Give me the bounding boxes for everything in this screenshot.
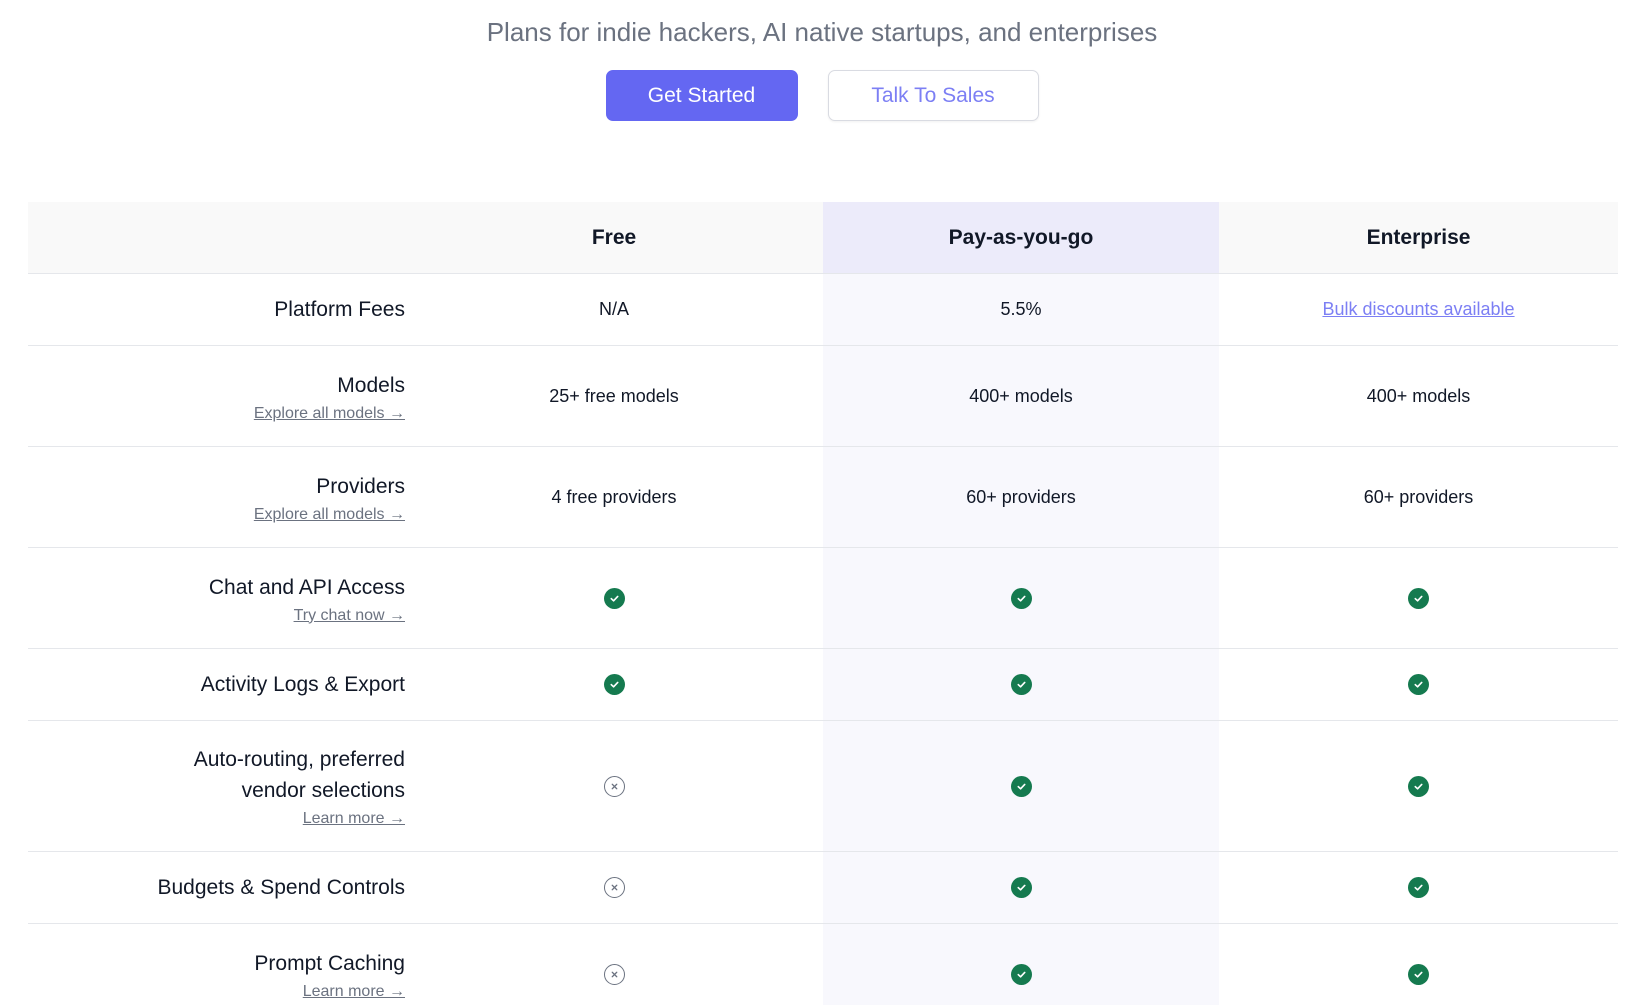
- free-cell: [405, 924, 823, 1005]
- feature-title: Chat and API Access: [208, 575, 405, 599]
- feature-title: Models: [337, 373, 405, 397]
- payg-cell: [823, 721, 1219, 851]
- table-row-providers: Providers Explore all models → 4 free pr…: [28, 447, 1618, 548]
- check-icon: [1408, 674, 1429, 695]
- payg-cell: [823, 924, 1219, 1005]
- free-value: N/A: [598, 299, 629, 319]
- enterprise-cell: [1219, 852, 1618, 923]
- column-header-enterprise: Enterprise: [1366, 225, 1471, 249]
- column-header-free: Free: [591, 225, 637, 249]
- feature-cell: Chat and API Access Try chat now →: [28, 548, 405, 648]
- table-row-platform-fees: Platform Fees N/A 5.5% Bulk discounts av…: [28, 274, 1618, 346]
- feature-title: Prompt Caching: [254, 952, 405, 975]
- enterprise-cell: Bulk discounts available: [1219, 274, 1618, 345]
- get-started-button[interactable]: Get Started: [605, 70, 798, 121]
- free-value: 25+ free models: [549, 385, 679, 406]
- header-empty-cell: [28, 202, 405, 273]
- check-icon: [1010, 674, 1032, 695]
- enterprise-cell: [1219, 721, 1618, 851]
- talk-to-sales-button[interactable]: Talk To Sales: [827, 70, 1039, 121]
- feature-cell: Providers Explore all models →: [28, 447, 405, 547]
- free-value: 4 free providers: [551, 486, 677, 507]
- feature-cell: Activity Logs & Export: [28, 649, 405, 720]
- table-row-chat-api-access: Chat and API Access Try chat now →: [28, 548, 1618, 649]
- enterprise-cell: [1219, 924, 1618, 1005]
- feature-title: Platform Fees: [274, 298, 405, 321]
- feature-cell: Models Explore all models →: [28, 346, 405, 446]
- table-row-models: Models Explore all models → 25+ free mod…: [28, 346, 1618, 447]
- check-icon: [1010, 964, 1032, 985]
- payg-cell: [823, 548, 1219, 648]
- pricing-comparison-table: Free Pay-as-you-go Enterprise Platform F…: [28, 202, 1618, 1005]
- column-header-pay-as-you-go: Pay-as-you-go: [823, 202, 1219, 273]
- feature-cell: Prompt Caching Learn more →: [28, 924, 405, 1005]
- feature-cell: Auto-routing, preferred vendor selection…: [28, 721, 405, 851]
- enterprise-value: 60+ providers: [1363, 486, 1474, 507]
- payg-value: 5.5%: [1000, 299, 1042, 319]
- free-cell: [405, 649, 823, 720]
- cta-row: Get Started Talk To Sales: [0, 70, 1644, 121]
- check-icon: [603, 674, 625, 695]
- payg-value: 60+ providers: [966, 486, 1076, 507]
- x-circle-icon: [603, 964, 625, 985]
- check-icon: [1408, 877, 1429, 898]
- table-row-activity-logs: Activity Logs & Export: [28, 649, 1618, 721]
- table-header-row: Free Pay-as-you-go Enterprise: [28, 202, 1618, 274]
- explore-providers-link[interactable]: Explore all models →: [254, 506, 405, 524]
- feature-title: Budgets & Spend Controls: [157, 876, 406, 899]
- try-chat-link[interactable]: Try chat now →: [294, 607, 405, 625]
- free-cell: [405, 852, 823, 923]
- feature-title: Activity Logs & Export: [200, 673, 405, 696]
- feature-cell: Budgets & Spend Controls: [28, 852, 406, 923]
- feature-title-line-2: vendor selections: [241, 779, 405, 802]
- check-icon: [1010, 587, 1032, 609]
- enterprise-cell: [1219, 548, 1618, 648]
- bulk-discounts-link[interactable]: Bulk discounts available: [1322, 299, 1514, 320]
- explore-models-link[interactable]: Explore all models →: [254, 405, 405, 423]
- table-row-auto-routing: Auto-routing, preferred vendor selection…: [28, 721, 1618, 852]
- feature-title-line-1: Auto-routing, preferred: [193, 748, 405, 771]
- payg-cell: [823, 649, 1219, 720]
- free-cell: [405, 548, 823, 648]
- learn-more-link[interactable]: Learn more →: [303, 810, 405, 828]
- check-icon: [1408, 587, 1429, 609]
- enterprise-cell: [1219, 649, 1618, 720]
- payg-cell: [823, 852, 1219, 923]
- table-row-prompt-caching: Prompt Caching Learn more →: [28, 924, 1618, 1005]
- table-row-budgets: Budgets & Spend Controls: [28, 852, 1618, 924]
- check-icon: [1010, 775, 1032, 797]
- check-icon: [1010, 877, 1032, 898]
- x-circle-icon: [603, 775, 625, 797]
- feature-cell: Platform Fees: [28, 274, 405, 345]
- x-circle-icon: [603, 877, 625, 898]
- enterprise-value: 400+ models: [1366, 385, 1471, 406]
- feature-title: Providers: [316, 474, 405, 498]
- free-cell: [405, 721, 823, 851]
- pricing-subtitle: Plans for indie hackers, AI native start…: [486, 17, 1158, 47]
- check-icon: [1408, 775, 1429, 797]
- pricing-page: Plans for indie hackers, AI native start…: [0, 0, 1644, 1005]
- check-icon: [1408, 964, 1429, 985]
- payg-value: 400+ models: [969, 385, 1073, 406]
- learn-more-link[interactable]: Learn more →: [303, 983, 405, 1001]
- check-icon: [603, 587, 625, 609]
